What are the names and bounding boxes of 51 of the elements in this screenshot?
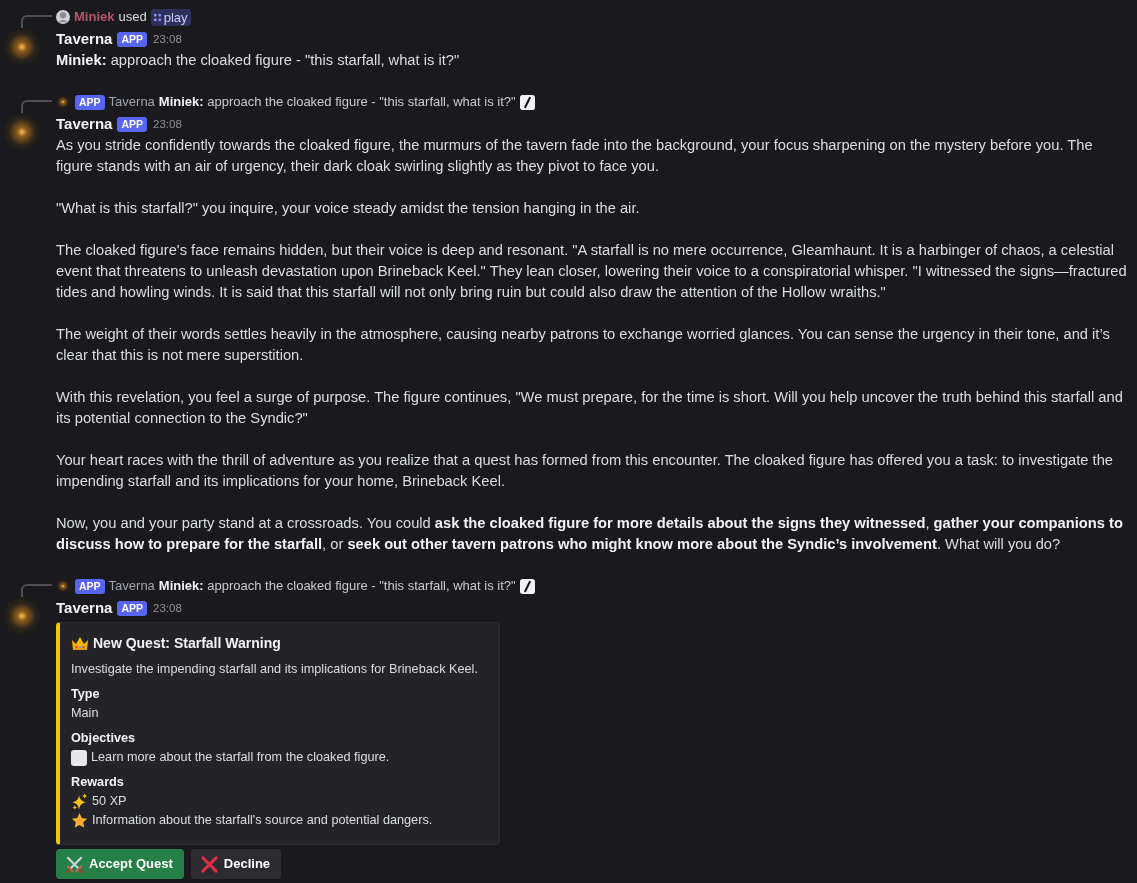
slash-command-icon [519,578,535,594]
timestamp: 23:08 [153,601,182,616]
app-badge: APP [75,578,105,594]
message-text: As you stride confidently towards the cloaked figure, the murmurs of the tavern fade into the background, your focus sharpening on the mystery before you. The figure stands with an air of urgency, their dark cloak swirling slightly as they pivot to face you. [56,136,1094,176]
timestamp: 23:08 [153,32,182,47]
timestamp: 23:08 [153,117,182,132]
avatar-icon [56,579,70,593]
used-label: used [118,8,147,26]
message-text: With this revelation, you feel a surge of purpose. The figure continues, "We must prepare, for the time is short. Will you help uncover the truth behind this starfall and its potential connection to the Syndic?" [56,388,1124,428]
app-badge: APP [117,116,147,132]
cross-icon [199,854,219,874]
reward-text: Information about the starfall's source and potential dangers. [92,812,433,829]
username[interactable]: Miniek [74,6,115,28]
embed-description: Investigate the impending starfall and its implications for Brineback Keel. [71,661,479,678]
embed-title: New Quest: Starfall Warning [93,634,281,653]
author-name[interactable]: Taverna [56,597,113,619]
objective-text: Learn more about the starfall from the cloaked figure. [91,749,390,766]
avatar-icon [56,10,70,24]
app-badge: APP [75,94,105,110]
reply-author[interactable]: Taverna [108,91,155,113]
message-text: Now, you and your party stand at a crossroads. You could ask the cloaked figure for more details about the signs they witnessed, gather your companions to discuss how to prepare for the starfall, or seek out other tavern patrons who might know more about the Syndic’s involvement. What will you do? [56,514,1124,554]
field-name: Objectives [71,730,137,747]
command-chip[interactable]: play [150,8,191,26]
author-name[interactable]: Taverna [56,113,113,135]
field-name: Type [71,686,101,703]
message-text: Your heart races with the thrill of adventure as you realize that a quest has formed from this encounter. The cloaked figure has offered you a task: to investigate the impending starfall and its implications for your home, Brineback Keel. [56,451,1115,491]
reply-preview[interactable]: Miniek: approach the cloaked figure - "this starfall, what is it?" [158,91,516,113]
decline-button[interactable]: Decline [190,849,282,879]
accept-button[interactable]: Accept Quest [56,849,184,879]
reply-preview[interactable]: Miniek: approach the cloaked figure - "this starfall, what is it?" [158,575,516,597]
avatar-icon[interactable] [3,113,41,151]
crown-icon [71,635,89,651]
crossed-swords-icon [65,854,84,874]
message-text: "What is this starfall?" you inquire, your voice steady amidst the tension hanging in the air. [56,199,641,218]
sparkles-icon [71,793,88,810]
avatar-icon [56,95,70,109]
reward-text: 50 XP [92,793,127,810]
field-value: Main [71,705,100,722]
star-icon [71,812,88,829]
app-badge: APP [117,600,147,616]
command-icon [153,12,161,22]
message-text: Miniek: approach the cloaked figure - "this starfall, what is it?" [56,51,461,70]
message-text: The cloaked figure's face remains hidden, but their voice is deep and resonant. "A starfall is no mere occurrence, Gleamhaunt. It is a harbinger of chaos, a celestial event that threatens to unleash devastation upon Brineback Keel." They lean closer, lowering their voice to a conspiratorial whisper. "I witnessed the signs—fractured tides and howling winds. It is said that this starfall will not only bring ruin but could also draw the attention of the Hollow wraiths." [56,241,1128,302]
field-name: Rewards [71,774,125,791]
app-badge: APP [117,31,147,47]
slash-command-icon [519,94,535,110]
reply-author[interactable]: Taverna [108,575,155,597]
avatar-icon[interactable] [3,28,41,66]
avatar-icon[interactable] [3,597,41,635]
author-name[interactable]: Taverna [56,28,113,50]
message-text: The weight of their words settles heavily in the atmosphere, causing nearby patrons to exchange worried glances. You can sense the urgency in their tone, and it’s clear that this is not mere superstition. [56,325,1111,365]
